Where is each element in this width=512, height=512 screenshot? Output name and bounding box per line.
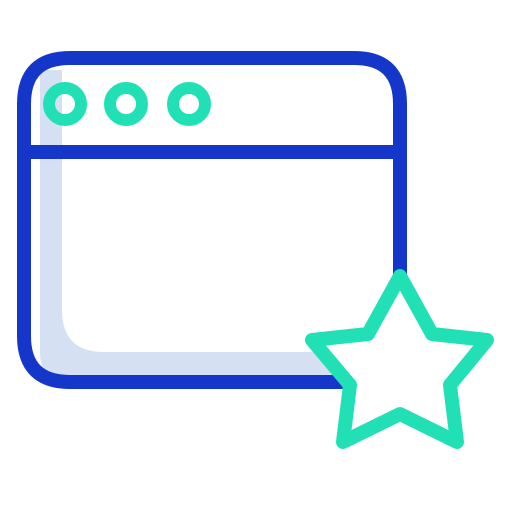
window-dots: [43, 82, 211, 126]
browser-window-favorite-icon: [17, 51, 494, 449]
star-icon: [305, 269, 494, 449]
window-dot-icon: [104, 82, 148, 126]
window-dot-icon: [167, 82, 211, 126]
window-dot-icon: [43, 82, 87, 126]
icon-canvas: [0, 0, 512, 512]
